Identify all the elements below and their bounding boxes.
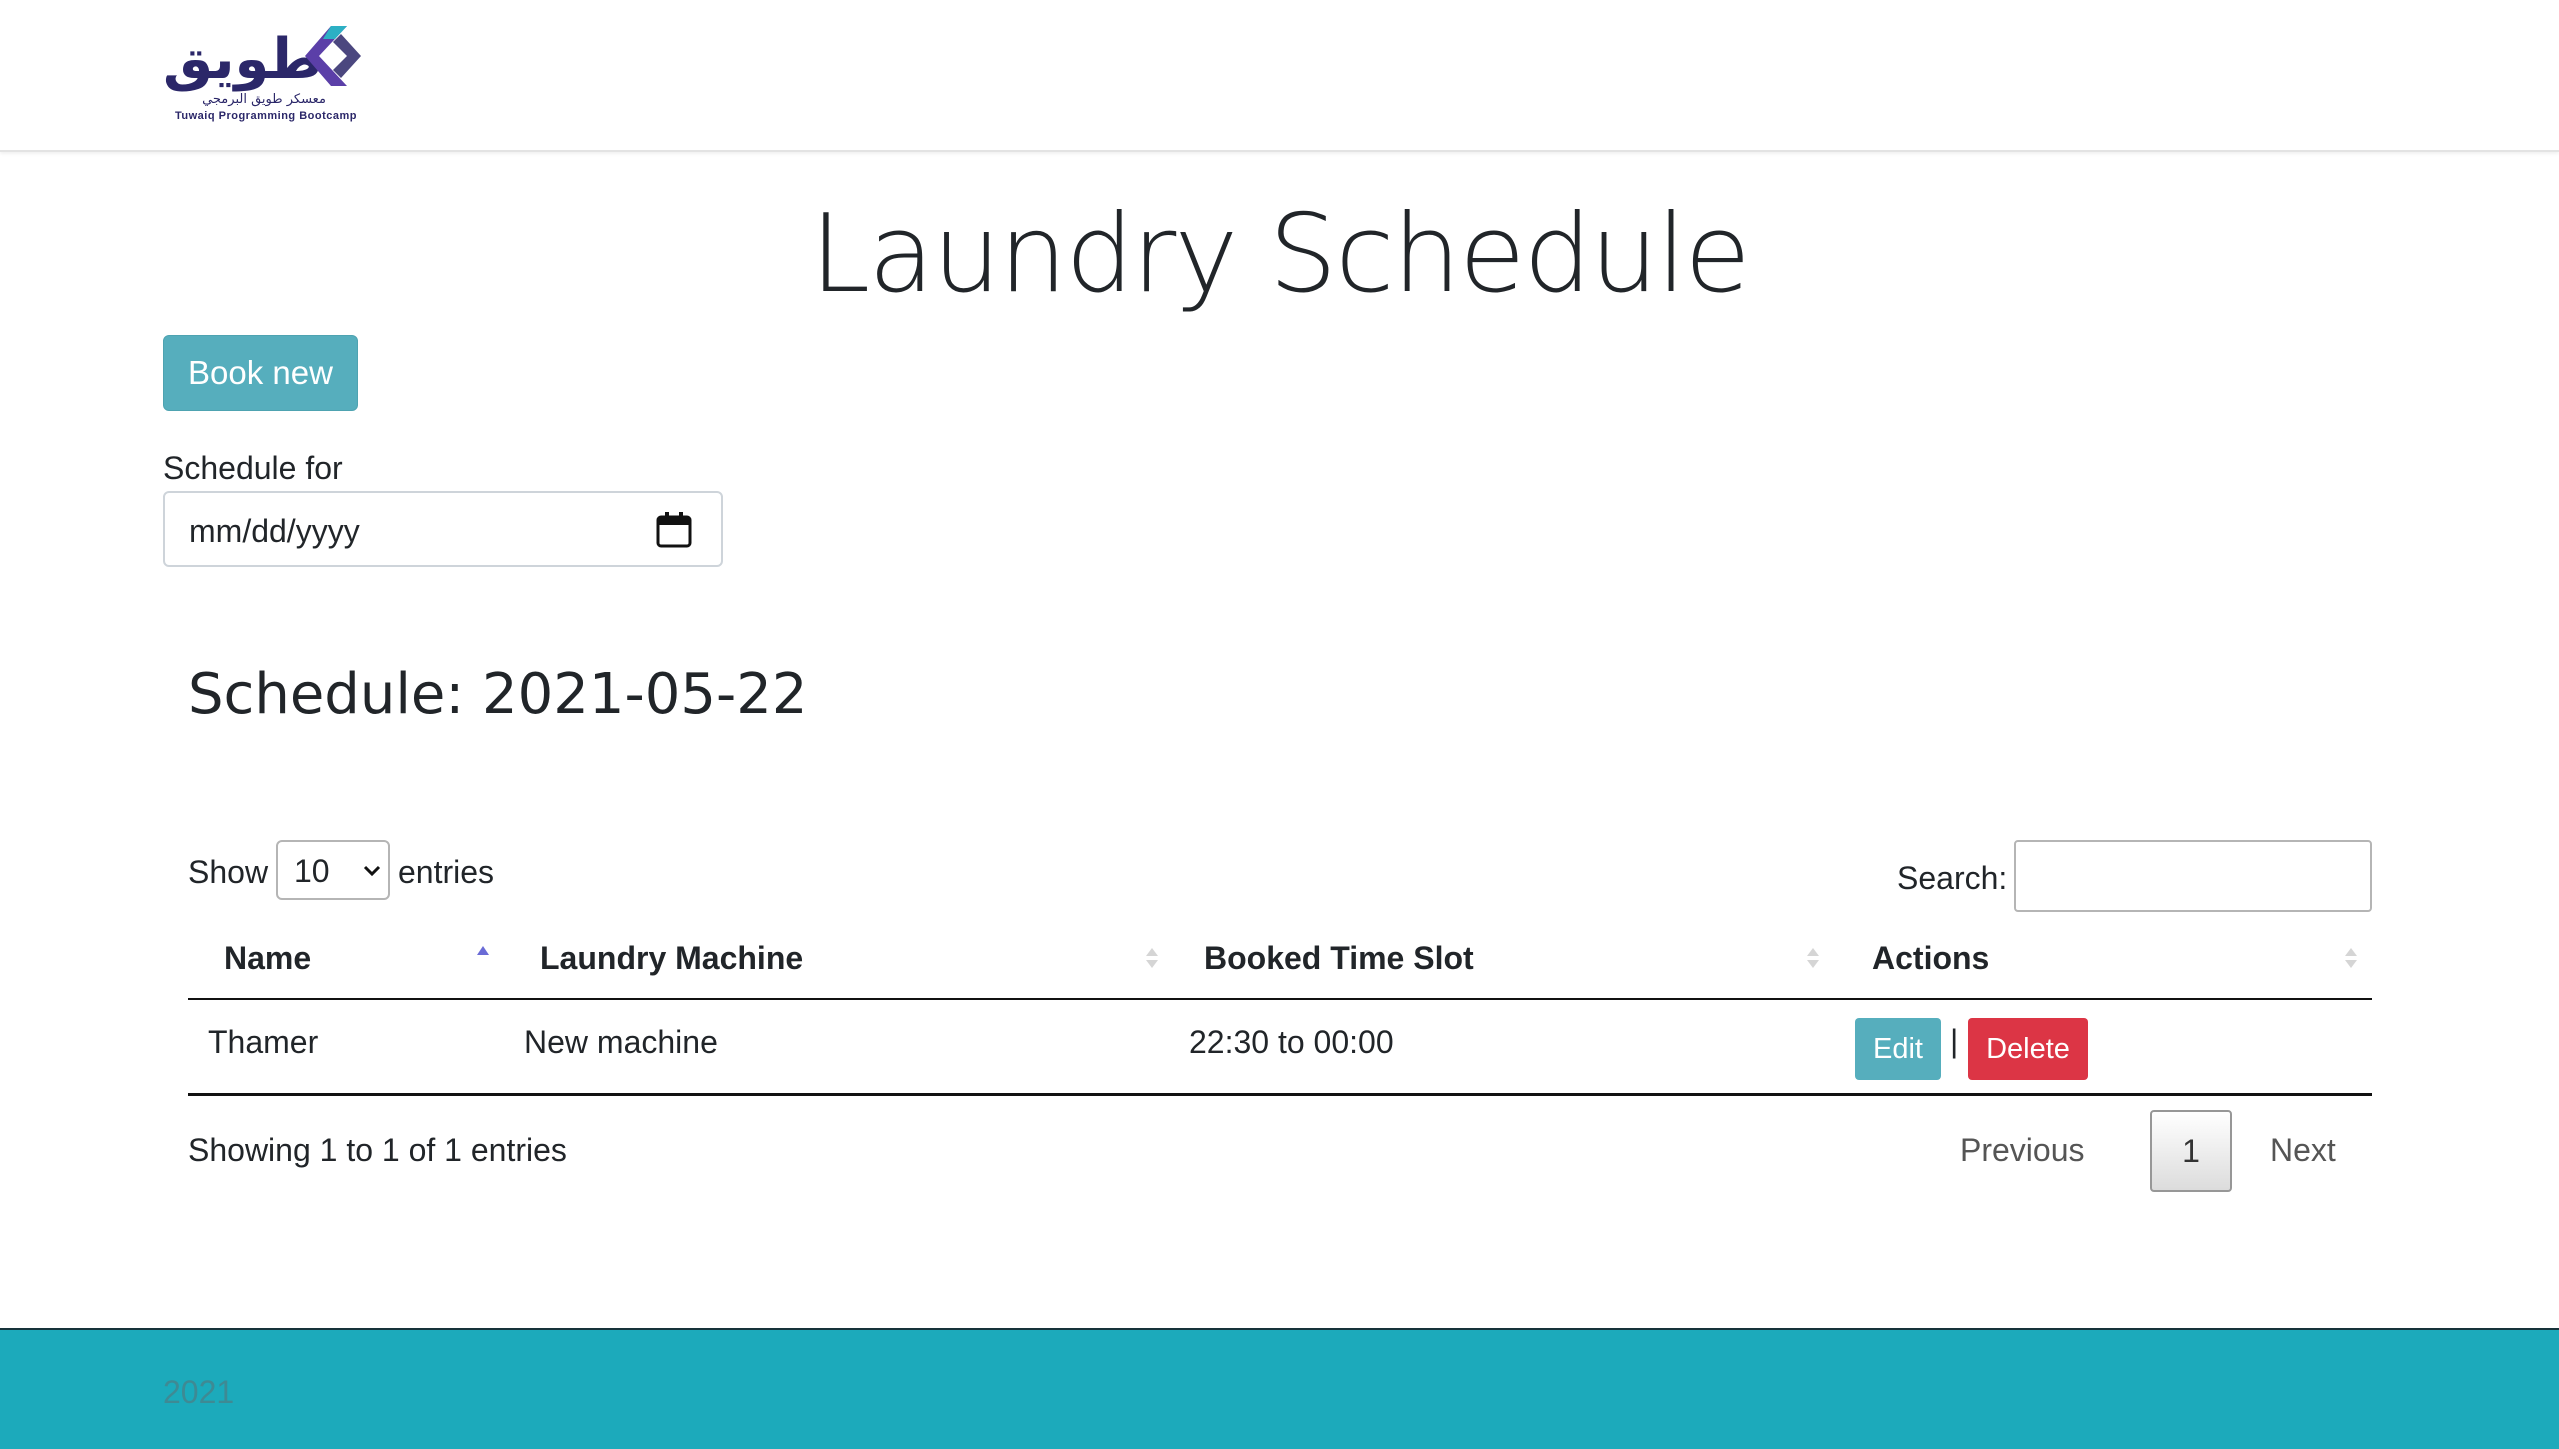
cell-name: Thamer: [208, 1024, 319, 1060]
table-header-row: Name Laundry Machine Booked Time Slot Ac…: [188, 930, 2372, 1000]
calendar-icon[interactable]: [655, 511, 693, 549]
delete-button[interactable]: Delete: [1968, 1018, 2088, 1080]
search-input[interactable]: [2014, 840, 2372, 912]
book-new-button[interactable]: Book new: [163, 335, 358, 411]
footer-year: 2021: [163, 1374, 235, 1410]
table-info: Showing 1 to 1 of 1 entries: [188, 1132, 567, 1168]
action-separator: |: [1950, 1023, 1959, 1059]
schedule-table: Name Laundry Machine Booked Time Slot Ac…: [188, 930, 2372, 1096]
chevron-down-icon: [363, 865, 381, 877]
pagination-page-1[interactable]: 1: [2150, 1110, 2232, 1192]
table-row: Thamer New machine 22:30 to 00:00 Edit |…: [188, 1000, 2372, 1096]
brand-logo[interactable]: طويق معسكر طويق البرمجي Tuwaiq Programmi…: [163, 22, 363, 128]
page-length-select[interactable]: 10: [276, 840, 390, 900]
show-label: Show: [188, 854, 269, 890]
footer: 2021: [0, 1328, 2559, 1449]
brand-english-name: Tuwaiq Programming Bootcamp: [175, 110, 357, 122]
pagination-previous[interactable]: Previous: [1960, 1130, 2085, 1170]
column-header-name[interactable]: Name: [224, 930, 311, 1000]
search-label: Search:: [1897, 860, 2008, 896]
sort-ascending-icon[interactable]: [475, 940, 491, 976]
sort-both-icon[interactable]: [1144, 940, 1160, 976]
edit-button[interactable]: Edit: [1855, 1018, 1941, 1080]
schedule-for-label: Schedule for: [163, 450, 343, 486]
column-header-booked-time-slot[interactable]: Booked Time Slot: [1204, 930, 1474, 1000]
cell-laundry-machine: New machine: [524, 1024, 718, 1060]
brand-arabic-name: طويق: [163, 27, 323, 92]
page-title: Laundry Schedule: [810, 192, 1751, 317]
schedule-date-input[interactable]: mm/dd/yyyy: [163, 491, 723, 567]
pagination-next[interactable]: Next: [2270, 1130, 2336, 1170]
schedule-heading: Schedule: 2021-05-22: [188, 662, 808, 727]
navbar: طويق معسكر طويق البرمجي Tuwaiq Programmi…: [0, 0, 2559, 152]
cell-booked-time-slot: 22:30 to 00:00: [1189, 1024, 1394, 1060]
column-header-laundry-machine[interactable]: Laundry Machine: [540, 930, 803, 1000]
date-input-placeholder: mm/dd/yyyy: [189, 513, 360, 549]
entries-label: entries: [398, 854, 495, 890]
brand-chevron-icon: [305, 26, 361, 86]
page-length-value: 10: [294, 853, 330, 889]
sort-both-icon[interactable]: [1805, 940, 1821, 976]
sort-both-icon[interactable]: [2343, 940, 2359, 976]
column-header-actions[interactable]: Actions: [1872, 930, 1989, 1000]
brand-arabic-subtitle: معسكر طويق البرمجي: [202, 92, 326, 107]
